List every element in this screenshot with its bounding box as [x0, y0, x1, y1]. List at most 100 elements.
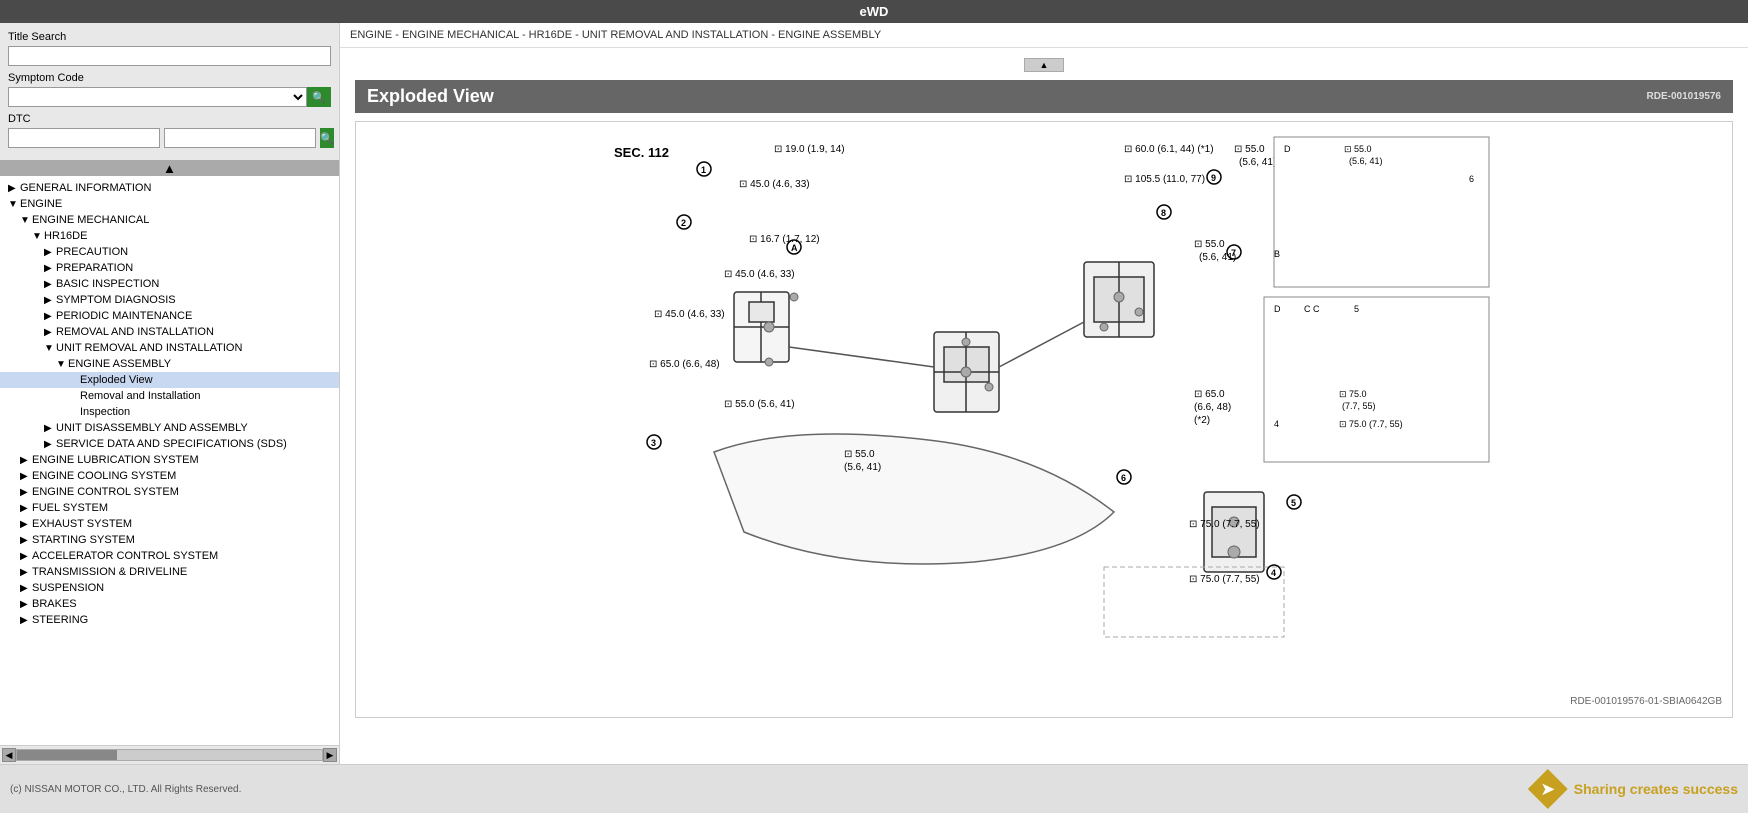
svg-text:7: 7 — [1231, 248, 1236, 258]
content-area: ENGINE - ENGINE MECHANICAL - HR16DE - UN… — [340, 23, 1748, 764]
sidebar-item-hr16de[interactable]: ▼ HR16DE — [0, 228, 339, 244]
section-title: Exploded View — [367, 86, 494, 107]
svg-text:⊡ 55.0: ⊡ 55.0 — [1344, 144, 1372, 154]
dtc-label: DTC — [8, 113, 331, 125]
svg-text:⊡ 75.0: ⊡ 75.0 — [1339, 389, 1367, 399]
svg-text:SEC. 112: SEC. 112 — [614, 145, 669, 160]
tree-arrow-removal-installation: ▶ — [44, 327, 56, 338]
sidebar-item-accelerator-control[interactable]: ▶ ACCELERATOR CONTROL SYSTEM — [0, 548, 339, 564]
dtc-input-2[interactable] — [164, 128, 316, 148]
breadcrumb: ENGINE - ENGINE MECHANICAL - HR16DE - UN… — [340, 23, 1748, 48]
sidebar-item-exhaust-system[interactable]: ▶ EXHAUST SYSTEM — [0, 516, 339, 532]
svg-text:A: A — [791, 243, 798, 253]
svg-text:⊡ 60.0 (6.1, 44) (*1): ⊡ 60.0 (6.1, 44) (*1) — [1124, 144, 1214, 155]
sidebar-item-periodic-maintenance[interactable]: ▶ PERIODIC MAINTENANCE — [0, 308, 339, 324]
sidebar-item-symptom-diagnosis[interactable]: ▶ SYMPTOM DIAGNOSIS — [0, 292, 339, 308]
tree-arrow-basic-inspection: ▶ — [44, 279, 56, 290]
svg-text:4: 4 — [1274, 419, 1279, 429]
tree-arrow-engine-assembly: ▼ — [56, 359, 68, 370]
svg-text:9: 9 — [1211, 173, 1216, 183]
svg-text:⊡ 55.0: ⊡ 55.0 — [1194, 239, 1225, 250]
content-scroll[interactable]: ▲ Exploded View RDE-001019576 SEC. 112 — [340, 48, 1748, 764]
dtc-search-button[interactable]: 🔍 — [320, 128, 334, 148]
tree-label-periodic-maintenance: PERIODIC MAINTENANCE — [56, 310, 192, 322]
sidebar-item-basic-inspection[interactable]: ▶ BASIC INSPECTION — [0, 276, 339, 292]
exploded-view-svg: SEC. 112 ⊡ 19.0 (1.9, 14) ⊡ 45.0 (4.6, 3… — [366, 132, 1722, 692]
tree-label-engine-assembly: ENGINE ASSEMBLY — [68, 358, 171, 370]
tree-label-service-data: SERVICE DATA AND SPECIFICATIONS (SDS) — [56, 438, 287, 450]
sidebar-item-inspection[interactable]: Inspection — [0, 404, 339, 420]
app-title: eWD — [860, 4, 889, 19]
top-bar: eWD — [0, 0, 1748, 23]
sidebar-item-fuel-system[interactable]: ▶ FUEL SYSTEM — [0, 500, 339, 516]
sidebar-item-removal-installation[interactable]: ▶ REMOVAL AND INSTALLATION — [0, 324, 339, 340]
sharing-text: Sharing creates success — [1574, 781, 1738, 797]
sidebar-item-starting-system[interactable]: ▶ STARTING SYSTEM — [0, 532, 339, 548]
sidebar-item-suspension[interactable]: ▶ SUSPENSION — [0, 580, 339, 596]
tree-label-removal-installation: REMOVAL AND INSTALLATION — [56, 326, 214, 338]
sidebar-item-engine-mechanical[interactable]: ▼ ENGINE MECHANICAL — [0, 212, 339, 228]
tree-label-engine-mechanical: ENGINE MECHANICAL — [32, 214, 149, 226]
tree-label-symptom-diagnosis: SYMPTOM DIAGNOSIS — [56, 294, 176, 306]
svg-text:6: 6 — [1469, 174, 1474, 184]
svg-text:⊡ 16.7 (1.7, 12): ⊡ 16.7 (1.7, 12) — [749, 234, 820, 245]
tree-arrow-engine-cooling: ▶ — [20, 471, 32, 482]
scroll-right-arrow[interactable]: ▶ — [323, 748, 337, 762]
tree-arrow-preparation: ▶ — [44, 263, 56, 274]
sidebar-item-engine-assembly[interactable]: ▼ ENGINE ASSEMBLY — [0, 356, 339, 372]
sidebar-item-engine-cooling[interactable]: ▶ ENGINE COOLING SYSTEM — [0, 468, 339, 484]
sidebar-item-brakes[interactable]: ▶ BRAKES — [0, 596, 339, 612]
scroll-left-arrow[interactable]: ◀ — [2, 748, 16, 762]
symptom-code-label: Symptom Code — [8, 72, 331, 84]
svg-text:5: 5 — [1291, 498, 1296, 508]
svg-text:(5.6, 41): (5.6, 41) — [1349, 156, 1383, 166]
sidebar-item-removal-installation-sub[interactable]: Removal and Installation — [0, 388, 339, 404]
sidebar-item-engine[interactable]: ▼ ENGINE — [0, 196, 339, 212]
sidebar-item-steering[interactable]: ▶ STEERING — [0, 612, 339, 628]
sidebar-item-unit-removal-installation[interactable]: ▼ UNIT REMOVAL AND INSTALLATION — [0, 340, 339, 356]
content-collapse-button[interactable]: ▲ — [1024, 58, 1064, 72]
svg-text:C C: C C — [1304, 304, 1320, 314]
copyright-text: (c) NISSAN MOTOR CO., LTD. All Rights Re… — [10, 784, 241, 795]
sidebar-collapse-button[interactable]: ▲ — [0, 160, 339, 176]
tree-arrow-unit-removal-installation: ▼ — [44, 343, 56, 354]
svg-text:⊡ 45.0 (4.6, 33): ⊡ 45.0 (4.6, 33) — [739, 179, 810, 190]
svg-text:D: D — [1274, 304, 1281, 314]
diagram-container: SEC. 112 ⊡ 19.0 (1.9, 14) ⊡ 45.0 (4.6, 3… — [355, 121, 1733, 718]
tree-arrow-general-info: ▶ — [8, 183, 20, 194]
svg-text:8: 8 — [1161, 208, 1166, 218]
doc-id: RDE-001019576 — [1647, 91, 1722, 102]
svg-text:4: 4 — [1271, 568, 1276, 578]
svg-text:1: 1 — [701, 165, 706, 175]
search-button[interactable]: 🔍 — [307, 87, 331, 107]
sidebar-item-service-data[interactable]: ▶ SERVICE DATA AND SPECIFICATIONS (SDS) — [0, 436, 339, 452]
logo-arrow-icon: ➤ — [1540, 779, 1555, 800]
sidebar-item-exploded-view[interactable]: Exploded View — [0, 372, 339, 388]
diagram-reference: RDE-001019576-01-SBIA0642GB — [366, 696, 1722, 707]
svg-text:B: B — [1274, 249, 1280, 259]
title-search-input[interactable] — [8, 46, 331, 66]
sidebar-item-engine-lubrication[interactable]: ▶ ENGINE LUBRICATION SYSTEM — [0, 452, 339, 468]
sidebar-item-transmission[interactable]: ▶ TRANSMISSION & DRIVELINE — [0, 564, 339, 580]
sidebar-item-engine-control[interactable]: ▶ ENGINE CONTROL SYSTEM — [0, 484, 339, 500]
sidebar-item-preparation[interactable]: ▶ PREPARATION — [0, 260, 339, 276]
symptom-code-select[interactable] — [8, 87, 307, 107]
tree-label-accelerator-control: ACCELERATOR CONTROL SYSTEM — [32, 550, 218, 562]
svg-text:2: 2 — [681, 218, 686, 228]
horizontal-scrollbar[interactable] — [16, 749, 323, 761]
tree-arrow-engine: ▼ — [8, 199, 20, 210]
tree-label-brakes: BRAKES — [32, 598, 77, 610]
sidebar-item-unit-disassembly[interactable]: ▶ UNIT DISASSEMBLY AND ASSEMBLY — [0, 420, 339, 436]
footer: (c) NISSAN MOTOR CO., LTD. All Rights Re… — [0, 764, 1748, 813]
sidebar-item-general-info[interactable]: ▶ GENERAL INFORMATION — [0, 180, 339, 196]
tree-label-steering: STEERING — [32, 614, 88, 626]
sidebar-item-precaution[interactable]: ▶ PRECAUTION — [0, 244, 339, 260]
dtc-input-1[interactable] — [8, 128, 160, 148]
tree-label-unit-removal-installation: UNIT REMOVAL AND INSTALLATION — [56, 342, 242, 354]
tree-label-precaution: PRECAUTION — [56, 246, 128, 258]
tree-arrow-starting-system: ▶ — [20, 535, 32, 546]
search-area: Title Search Symptom Code 🔍 DTC 🔍 — [0, 23, 339, 160]
svg-text:(6.6, 48): (6.6, 48) — [1194, 402, 1231, 413]
tree-label-removal-installation-sub: Removal and Installation — [80, 390, 200, 402]
svg-text:⊡ 45.0 (4.6, 33): ⊡ 45.0 (4.6, 33) — [724, 269, 795, 280]
